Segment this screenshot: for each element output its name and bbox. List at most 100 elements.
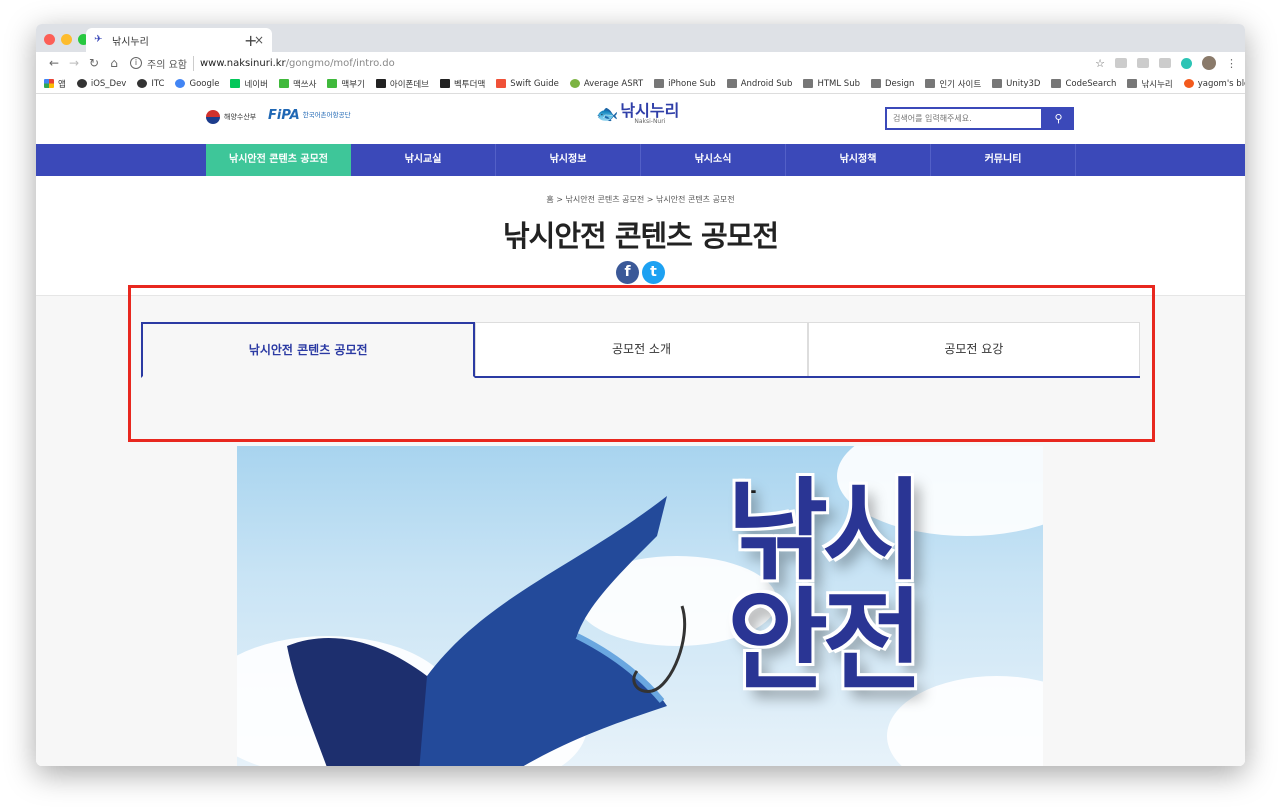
search-icon: ⚲ <box>1054 113 1063 125</box>
facebook-share-icon[interactable]: f <box>616 261 639 284</box>
close-window-button[interactable] <box>44 34 55 45</box>
bookmark-item[interactable]: CodeSearch <box>1051 79 1116 89</box>
bookmark-label: HTML Sub <box>817 78 860 89</box>
bookmark-label: Design <box>885 78 915 89</box>
bookmark-item[interactable]: Design <box>871 79 914 89</box>
leaf-icon <box>569 79 580 88</box>
gnb-item[interactable]: 낚시정책 <box>786 144 931 176</box>
share-buttons: f t <box>36 261 1245 284</box>
green-icon <box>327 79 338 88</box>
extension-icon[interactable] <box>1159 58 1171 68</box>
bookmark-item[interactable]: Average ASRT <box>569 78 644 89</box>
bookmark-item[interactable]: 인기 사이트 <box>925 78 981 90</box>
bookmark-star-icon[interactable]: ☆ <box>1095 57 1105 70</box>
poster-title: 낚시 안전 <box>727 467 923 705</box>
bookmark-item[interactable]: HTML Sub <box>803 79 860 89</box>
home-icon[interactable]: ⌂ <box>104 56 124 70</box>
address-bar[interactable]: i 주의 요함 www.naksinuri.kr /gongmo/mof/int… <box>130 53 1095 73</box>
bookmarks-bar: 앱 iOS_Dev ITC Google 네이버 맥쓰사 맥부기 아이폰데브 벡투더맥 Swift… <box>36 74 1245 94</box>
title-area: 홈 > 낚시안전 콘텐츠 공모전 > 낚시안전 콘텐츠 공모전 낚시안전 콘텐츠… <box>36 176 1245 296</box>
fish-favicon-icon: ✈ <box>94 34 103 45</box>
folder-icon <box>803 79 814 88</box>
bookmark-label: 앱 <box>58 79 66 90</box>
bookmark-item[interactable]: yagom's blog <box>1183 78 1245 89</box>
bookmark-label: 낚시누리 <box>1141 79 1173 90</box>
breadcrumb: 홈 > 낚시안전 콘텐츠 공모전 > 낚시안전 콘텐츠 공모전 <box>546 195 735 204</box>
search-input[interactable] <box>885 107 1043 130</box>
fipa-logo[interactable]: FiPA 한국어촌어항공단 <box>268 108 351 123</box>
url-host: www.naksinuri.kr <box>199 57 286 69</box>
bookmark-label: Unity3D <box>1006 78 1041 89</box>
bookmark-item[interactable]: 맥쓰사 <box>278 78 316 90</box>
poster-title-line2: 안전 <box>727 577 923 705</box>
bookmark-label: iPhone Sub <box>668 78 716 89</box>
info-icon[interactable]: i <box>130 57 142 69</box>
site-logo[interactable]: 🐟 낚시누리 Naksi-Nuri <box>596 103 679 126</box>
marlin-illustration <box>287 496 687 766</box>
sub-tab[interactable]: 낚시안전 콘텐츠 공모전 <box>141 322 476 378</box>
folder-icon <box>1127 79 1138 88</box>
gnb-item[interactable]: 커뮤니티 <box>931 144 1076 176</box>
site-search: ⚲ <box>885 107 1074 130</box>
reload-icon[interactable]: ↻ <box>84 56 104 70</box>
google-icon <box>175 79 186 88</box>
bookmark-label: 인기 사이트 <box>939 79 982 90</box>
poster-title-line1: 낚시 <box>727 467 923 595</box>
bookmark-label: 맥부기 <box>341 79 365 90</box>
site-header: 해양수산부 FiPA 한국어촌어항공단 🐟 낚시누리 Naksi-Nuri ⚲ <box>36 94 1245 144</box>
bookmark-item[interactable]: Google <box>175 79 219 89</box>
bookmark-label: yagom's blog <box>1197 78 1245 89</box>
toolbar-actions: ☆ ⋮ <box>1095 56 1237 70</box>
profile-avatar[interactable] <box>1202 56 1216 70</box>
bookmark-item[interactable]: 벡투더맥 <box>439 78 486 90</box>
twitter-share-icon[interactable]: t <box>642 261 665 284</box>
bookmark-item[interactable]: Unity3D <box>992 79 1040 89</box>
gnb-items: 낚시안전 콘텐츠 공모전 낚시교실 낚시정보 낚시소식 낚시정책 커뮤니티 <box>206 144 1076 176</box>
gnb-item[interactable]: 낚시안전 콘텐츠 공모전 <box>206 144 351 176</box>
bookmark-item[interactable]: 아이폰데브 <box>375 78 429 90</box>
bookmark-label: Average ASRT <box>583 78 644 89</box>
bookmark-item[interactable]: Android Sub <box>726 78 793 89</box>
reader-extension-icon[interactable] <box>1137 58 1149 68</box>
bookmark-item[interactable]: 앱 <box>44 78 66 90</box>
bookmark-label: iOS_Dev <box>90 78 127 89</box>
bookmark-label: Android Sub <box>740 78 793 89</box>
fipa-text: 한국어촌어항공단 <box>302 111 351 119</box>
bookmark-label: Google <box>189 78 220 89</box>
browser-toolbar: ← → ↻ ⌂ i 주의 요함 www.naksinuri.kr /gongmo… <box>36 52 1245 74</box>
gnb-item[interactable]: 낚시교실 <box>351 144 496 176</box>
sub-tab[interactable]: 공모전 소개 <box>475 322 808 376</box>
folder-icon <box>726 79 737 88</box>
new-tab-button[interactable]: + <box>244 31 257 50</box>
folder-icon <box>871 79 881 88</box>
bookmark-item[interactable]: 네이버 <box>230 78 268 90</box>
gov-logo[interactable]: 해양수산부 <box>206 110 256 124</box>
insecure-label: 주의 요함 <box>147 55 194 71</box>
dark-icon <box>439 79 450 88</box>
swift-icon <box>496 79 507 88</box>
main-navigation: 낚시안전 콘텐츠 공모전 낚시교실 낚시정보 낚시소식 낚시정책 커뮤니티 <box>36 144 1245 176</box>
sub-tab[interactable]: 공모전 요강 <box>807 322 1140 376</box>
website: 해양수산부 FiPA 한국어촌어항공단 🐟 낚시누리 Naksi-Nuri ⚲ … <box>36 94 1245 766</box>
forward-icon[interactable]: → <box>64 56 84 70</box>
search-button[interactable]: ⚲ <box>1043 107 1074 130</box>
bookmark-item[interactable]: Swift Guide <box>496 79 559 89</box>
green-icon <box>278 79 289 88</box>
back-icon[interactable]: ← <box>44 56 64 70</box>
drive-extension-icon[interactable] <box>1115 58 1127 68</box>
bookmark-item[interactable]: 낚시누리 <box>1127 78 1173 90</box>
tab-title: 낚시누리 <box>112 36 149 48</box>
bookmark-label: 벡투더맥 <box>453 79 486 90</box>
teal-extension-icon[interactable] <box>1181 57 1192 69</box>
browser-window: ✈ 낚시누리 × + ← → ↻ ⌂ i 주의 요함 www.naksinuri… <box>36 24 1245 766</box>
bookmark-item[interactable]: iPhone Sub <box>654 79 716 89</box>
gnb-item[interactable]: 낚시정보 <box>496 144 641 176</box>
sub-tabs: 낚시안전 콘텐츠 공모전 공모전 소개 공모전 요강 <box>141 322 1140 378</box>
menu-kebab-icon[interactable]: ⋮ <box>1226 57 1237 70</box>
gnb-item[interactable]: 낚시소식 <box>641 144 786 176</box>
bookmark-item[interactable]: ITC <box>137 79 164 89</box>
bookmark-item[interactable]: iOS_Dev <box>76 78 127 89</box>
bookmark-item[interactable]: 맥부기 <box>327 78 365 90</box>
minimize-window-button[interactable] <box>61 34 72 45</box>
tab-strip: ✈ 낚시누리 × + <box>36 24 1245 52</box>
